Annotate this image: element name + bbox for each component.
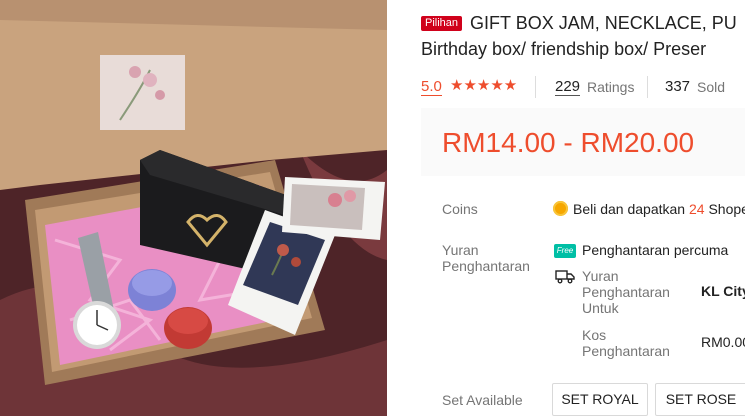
product-title-line1: Pilihan GIFT BOX JAM, NECKLACE, PU xyxy=(421,12,737,34)
variant-option-set-rose[interactable]: SET ROSE xyxy=(655,383,745,416)
rating-value[interactable]: 5.0 xyxy=(421,78,442,96)
shipping-cost-value: RM0.00 xyxy=(701,334,745,350)
coins-label: Coins xyxy=(442,201,478,217)
coins-amount: 24 xyxy=(688,201,705,217)
variant-label: Set Available xyxy=(442,392,523,408)
ratings-count[interactable]: 229 xyxy=(555,78,581,96)
variant-option-set-royal[interactable]: SET ROYAL xyxy=(552,383,648,416)
shipping-cost-label: Kos Penghantaran xyxy=(582,327,670,359)
coins-text-suffix: Shope xyxy=(704,201,745,217)
free-shipping-text: Penghantaran percuma xyxy=(582,242,729,258)
coins-text: Beli dan dapatkan 24 Shope xyxy=(573,201,745,217)
pilihan-badge: Pilihan xyxy=(421,16,463,31)
coins-text-prefix: Beli dan dapatkan xyxy=(573,201,689,217)
product-title-line2: Birthday box/ friendship box/ Preser xyxy=(421,39,707,59)
truck-icon xyxy=(555,270,575,284)
price-box: RM14.00 - RM20.00 xyxy=(421,108,745,176)
price-range: RM14.00 - RM20.00 xyxy=(442,127,695,158)
sold-label: Sold xyxy=(697,79,726,95)
product-image[interactable] xyxy=(0,0,387,416)
ship-to-location[interactable]: KL City xyxy=(701,283,745,299)
coin-icon xyxy=(553,201,568,216)
ship-to-label: Yuran Penghantaran Untuk xyxy=(582,268,670,316)
stats-divider xyxy=(647,76,648,98)
sold-count: 337 xyxy=(665,78,691,95)
product-info-panel: Pilihan GIFT BOX JAM, NECKLACE, PU Birthd… xyxy=(421,0,745,416)
rating-stars-icon: ★★★★★ xyxy=(450,77,518,94)
shipping-label: Yuran Penghantaran xyxy=(442,242,530,274)
ratings-label: Ratings xyxy=(587,79,635,95)
stats-divider xyxy=(535,76,536,98)
product-title-text: GIFT BOX JAM, NECKLACE, PU xyxy=(470,13,737,33)
free-shipping-icon: Free xyxy=(554,244,576,258)
product-photo-illustration xyxy=(0,0,387,416)
